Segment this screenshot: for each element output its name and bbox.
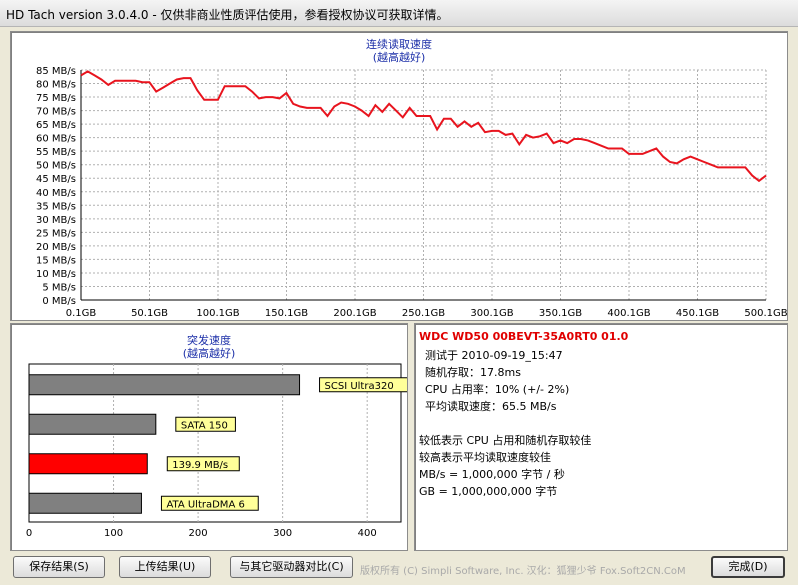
y-tick-label: 40 MB/s — [36, 188, 76, 199]
window-title: HD Tach version 3.0.4.0 - 仅供非商业性质评估使用，参看… — [6, 8, 449, 22]
done-button[interactable]: 完成(D) — [711, 556, 785, 578]
burst-label-text: ATA UltraDMA 6 — [166, 499, 244, 510]
y-tick-label: 0 MB/s — [42, 296, 76, 307]
y-tick-label: 30 MB/s — [36, 215, 76, 226]
title-bar: HD Tach version 3.0.4.0 - 仅供非商业性质评估使用，参看… — [0, 0, 798, 27]
y-tick-label: 65 MB/s — [36, 120, 76, 131]
x-tick-label: 0 — [26, 528, 32, 539]
compare-drives-button[interactable]: 与其它驱动器对比(C) — [230, 556, 353, 578]
y-tick-label: 70 MB/s — [36, 107, 76, 118]
x-tick-label: 400.1GB — [607, 308, 650, 319]
y-tick-label: 35 MB/s — [36, 201, 76, 212]
x-tick-label: 300 — [273, 528, 292, 539]
save-results-button[interactable]: 保存结果(S) — [13, 556, 105, 578]
burst-bar-label: ATA UltraDMA 6 — [160, 495, 259, 511]
drive-info-panel: WDC WD50 00BEVT-35A0RT0 01.0 测试于 2010-09… — [414, 323, 788, 551]
y-tick-label: 85 MB/s — [36, 66, 76, 77]
burst-bar-label: 139.9 MB/s — [166, 456, 240, 472]
note-higher-better: 较高表示平均读取速度较佳 — [419, 451, 551, 464]
burst-speed-panel: 突发速度 (越高越好) 0 100 200 300 400 SCSI Ultra320 SA… — [10, 323, 408, 551]
x-tick-label: 500.1GB — [744, 308, 787, 319]
unit-mb: MB/s = 1,000,000 字节 / 秒 — [419, 468, 565, 481]
x-tick-label: 300.1GB — [470, 308, 513, 319]
burst-label-text: SATA 150 — [181, 420, 228, 431]
x-tick-label: 100 — [104, 528, 123, 539]
burst-bar — [28, 413, 157, 435]
y-tick-label: 25 MB/s — [36, 228, 76, 239]
x-tick-label: 50.1GB — [131, 308, 168, 319]
note-lower-better: 较低表示 CPU 占用和随机存取较佳 — [419, 434, 592, 447]
average-read: 平均读取速度：65.5 MB/s — [425, 400, 557, 413]
x-tick-label: 150.1GB — [265, 308, 308, 319]
unit-gb: GB = 1,000,000,000 字节 — [419, 485, 558, 498]
y-tick-label: 55 MB/s — [36, 147, 76, 158]
y-tick-label: 15 MB/s — [36, 255, 76, 266]
drive-model: WDC WD50 00BEVT-35A0RT0 01.0 — [419, 330, 629, 343]
burst-speed-chart: 0 100 200 300 400 SCSI Ultra320 SATA 150 139.9 … — [26, 363, 407, 539]
burst-label-text: 139.9 MB/s — [172, 460, 228, 471]
burst-bar — [28, 492, 142, 514]
y-tick-label: 10 MB/s — [36, 269, 76, 280]
burst-bar — [28, 453, 148, 475]
copyright-credit: 版权所有 (C) Simpli Software, Inc. 汉化：狐狸少爷 F… — [360, 566, 686, 577]
x-tick-label: 350.1GB — [539, 308, 582, 319]
sequential-read-panel: 连续读取速度 (越高越好) 85 MB/s 80 MB/s 75 MB/s 70 MB… — [10, 31, 788, 321]
y-tick-label: 75 MB/s — [36, 93, 76, 104]
x-tick-label: 0.1GB — [66, 308, 97, 319]
burst-bar-label: SATA 150 — [175, 416, 236, 432]
burst-bar-label: SCSI Ultra320 — [319, 377, 407, 393]
x-tick-label: 100.1GB — [196, 308, 239, 319]
cpu-usage: CPU 占用率：10% (+/- 2%) — [425, 383, 570, 396]
y-tick-label: 80 MB/s — [36, 80, 76, 91]
x-tick-label: 200 — [189, 528, 208, 539]
test-time: 测试于 2010-09-19_15:47 — [425, 349, 563, 362]
random-access: 随机存取：17.8ms — [425, 366, 521, 379]
upload-results-button[interactable]: 上传结果(U) — [119, 556, 211, 578]
burst-label-text: SCSI Ultra320 — [325, 381, 394, 392]
sequential-read-chart: 85 MB/s 80 MB/s 75 MB/s 70 MB/s 65 MB/s 60 MB… — [36, 66, 787, 319]
burst-bar — [28, 374, 301, 396]
y-tick-label: 60 MB/s — [36, 134, 76, 145]
x-tick-label: 400 — [358, 528, 377, 539]
y-tick-label: 5 MB/s — [42, 282, 76, 293]
x-tick-label: 450.1GB — [676, 308, 719, 319]
x-tick-label: 200.1GB — [333, 308, 376, 319]
y-tick-label: 50 MB/s — [36, 161, 76, 172]
y-tick-label: 45 MB/s — [36, 174, 76, 185]
x-tick-label: 250.1GB — [402, 308, 445, 319]
y-tick-label: 20 MB/s — [36, 242, 76, 253]
